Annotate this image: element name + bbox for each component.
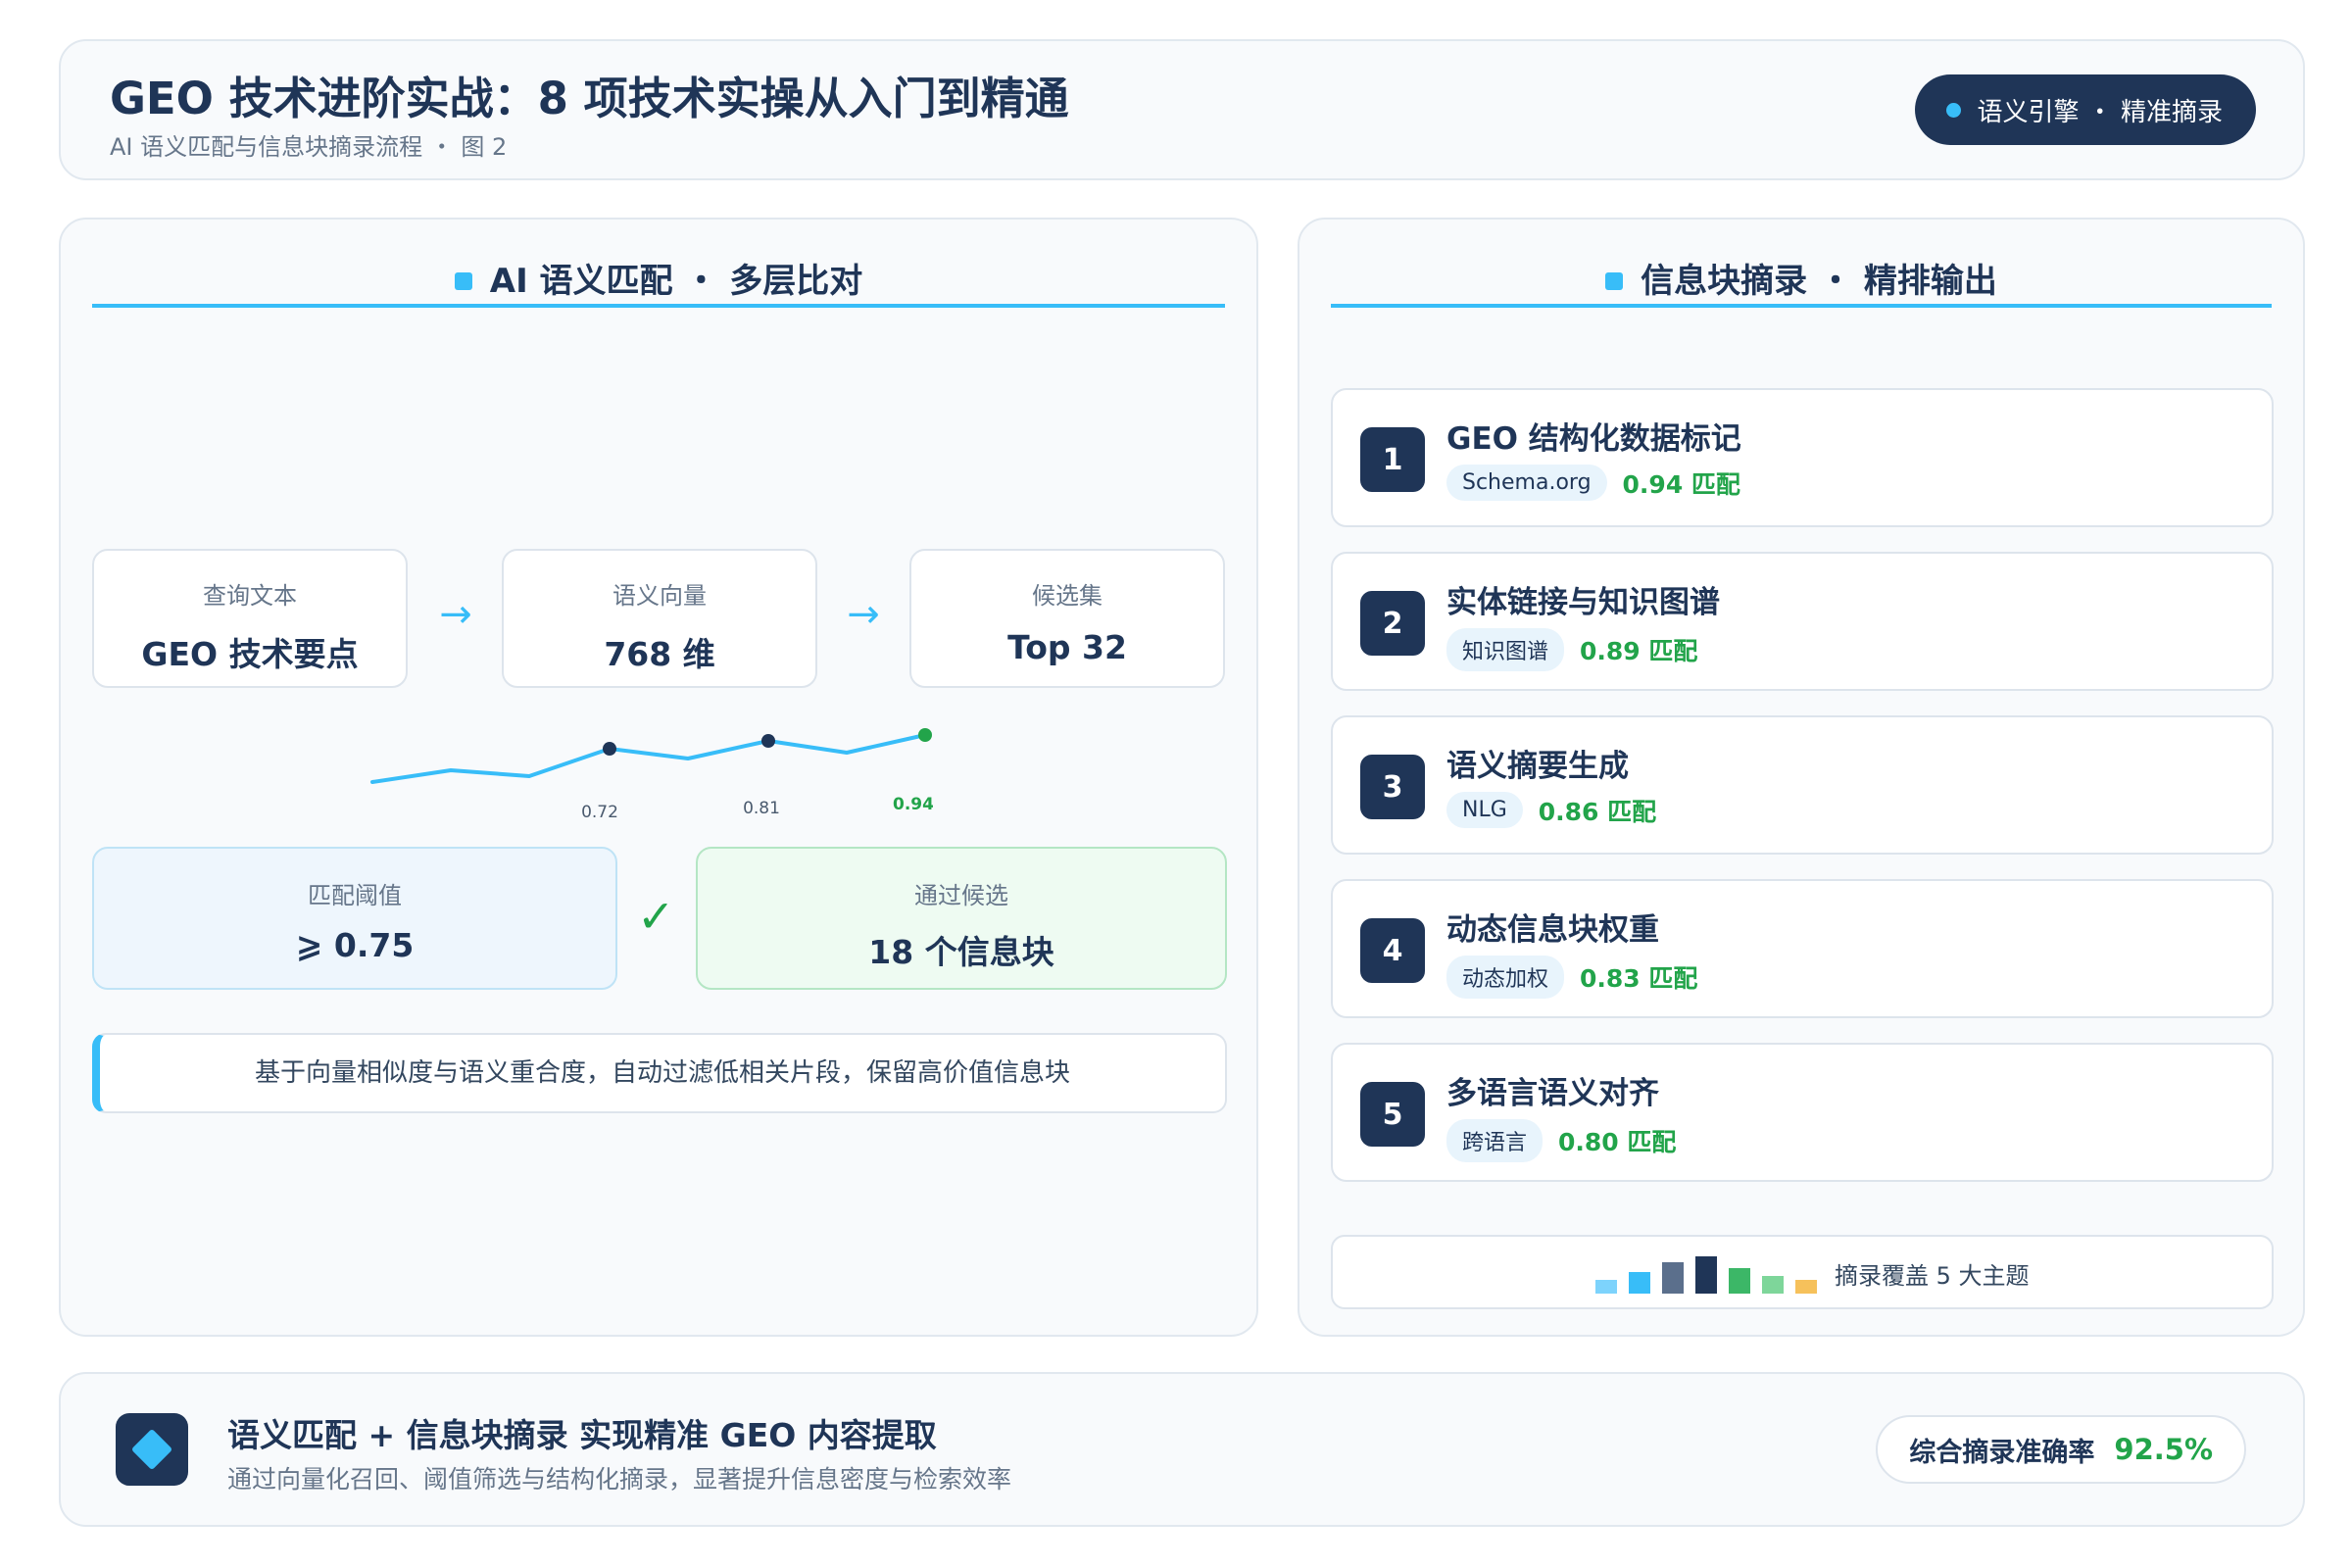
header-tag-badge: 语义引擎 ・ 精准摘录 <box>1915 74 2256 145</box>
flow-step-vector: 语义向量 768 维 <box>502 549 817 688</box>
filter-note: 基于向量相似度与语义重合度，自动过滤低相关片段，保留高价值信息块 <box>92 1033 1227 1113</box>
excerpt-item-meta: Schema.org 0.94 匹配 <box>1446 465 1740 501</box>
sparkline-label: 0.72 <box>581 803 618 822</box>
right-section-title: 信息块摘录 ・ 精排输出 <box>1605 265 1997 298</box>
sparkline-point <box>761 734 775 748</box>
flow-step-value: GEO 技术要点 <box>141 635 359 673</box>
right-section-header: 信息块摘录 ・ 精排输出 <box>1331 259 2272 308</box>
excerpt-item: 2 实体链接与知识图谱 知识图谱 0.89 匹配 <box>1331 552 2274 691</box>
coverage-bar <box>1795 1280 1817 1294</box>
flow-step-label: 语义向量 <box>612 582 707 610</box>
excerpt-item: 3 语义摘要生成 NLG 0.86 匹配 <box>1331 715 2274 855</box>
rank-badge: 1 <box>1360 427 1425 492</box>
coverage-bar <box>1729 1268 1750 1294</box>
excerpt-item-meta: 跨语言 0.80 匹配 <box>1446 1119 1676 1162</box>
accuracy-badge: 综合摘录准确率 92.5% <box>1876 1415 2246 1484</box>
dot-icon <box>1946 102 1962 118</box>
threshold-label: 匹配阈值 <box>308 882 402 909</box>
excerpt-item-tag: 跨语言 <box>1446 1119 1544 1162</box>
page-subtitle: AI 语义匹配与信息块摘录流程 ・ 图 2 <box>110 133 508 161</box>
excerpt-item-score: 0.86 匹配 <box>1538 797 1657 826</box>
excerpt-item-score: 0.80 匹配 <box>1558 1128 1677 1156</box>
excerpt-item-meta: NLG 0.86 匹配 <box>1446 792 1656 828</box>
footer-description: 通过向量化召回、阈值筛选与结构化摘录，显著提升信息密度与检索效率 <box>227 1465 1012 1494</box>
match-threshold-box: 匹配阈值 ⩾ 0.75 <box>92 847 617 990</box>
similarity-sparkline: 0.72 0.81 0.94 <box>370 728 933 822</box>
diamond-shape <box>130 1428 173 1471</box>
sparkline-label: 0.81 <box>743 799 780 818</box>
sparkline-point <box>918 728 932 742</box>
footer-title: 语义匹配 + 信息块摘录 实现精准 GEO 内容提取 <box>227 1416 937 1454</box>
coverage-summary: 摘录覆盖 5 大主题 <box>1331 1235 2274 1309</box>
rank-badge: 5 <box>1360 1082 1425 1147</box>
sparkline-point <box>603 742 616 756</box>
passed-label: 通过候选 <box>914 882 1008 909</box>
sparkline-label: 0.94 <box>893 795 933 814</box>
excerpt-item-meta: 动态加权 0.83 匹配 <box>1446 956 1697 999</box>
excerpt-item: 5 多语言语义对齐 跨语言 0.80 匹配 <box>1331 1043 2274 1182</box>
flow-step-label: 候选集 <box>1032 582 1102 610</box>
excerpt-ranking-panel: 信息块摘录 ・ 精排输出 1 GEO 结构化数据标记 Schema.org 0.… <box>1298 218 2305 1337</box>
rank-badge: 3 <box>1360 755 1425 819</box>
excerpt-item-tag: 动态加权 <box>1446 956 1565 999</box>
header-tag-label: 语义引擎 ・ 精准摘录 <box>1977 97 2223 127</box>
excerpt-item-tag: Schema.org <box>1446 465 1607 501</box>
excerpt-item-score: 0.94 匹配 <box>1622 469 1740 499</box>
flow-step-value: Top 32 <box>1007 628 1127 666</box>
coverage-text: 摘录覆盖 5 大主题 <box>1835 1262 2030 1290</box>
excerpt-item-title: GEO 结构化数据标记 <box>1446 421 1741 457</box>
coverage-bar <box>1662 1262 1684 1294</box>
left-section-title: AI 语义匹配 ・ 多层比对 <box>454 262 863 301</box>
semantic-matching-panel: AI 语义匹配 ・ 多层比对 查询文本 GEO 技术要点 → 语义向量 768 … <box>59 218 1258 1337</box>
rank-badge: 4 <box>1360 918 1425 983</box>
excerpt-item-tag: 知识图谱 <box>1446 628 1565 671</box>
passed-candidates-box: 通过候选 18 个信息块 <box>696 847 1227 990</box>
footer-summary: 语义匹配 + 信息块摘录 实现精准 GEO 内容提取 通过向量化召回、阈值筛选与… <box>59 1372 2305 1527</box>
excerpt-item-score: 0.83 匹配 <box>1580 964 1698 993</box>
excerpt-item-tag: NLG <box>1446 792 1523 828</box>
left-section-title-text: AI 语义匹配 ・ 多层比对 <box>489 262 863 301</box>
accuracy-value: 92.5% <box>2114 1433 2213 1466</box>
coverage-bar <box>1595 1280 1617 1294</box>
threshold-value: ⩾ 0.75 <box>295 926 415 964</box>
flow-step-query: 查询文本 GEO 技术要点 <box>92 549 408 688</box>
sparkline-path <box>370 733 927 784</box>
coverage-bar-icon <box>1595 1256 1817 1294</box>
excerpt-item: 1 GEO 结构化数据标记 Schema.org 0.94 匹配 <box>1331 388 2274 527</box>
flow-step-value: 768 维 <box>604 635 715 673</box>
excerpt-item: 4 动态信息块权重 动态加权 0.83 匹配 <box>1331 879 2274 1018</box>
excerpt-item-title: 语义摘要生成 <box>1446 749 1629 784</box>
excerpt-item-meta: 知识图谱 0.89 匹配 <box>1446 628 1697 671</box>
excerpt-item-title: 多语言语义对齐 <box>1446 1076 1659 1111</box>
check-icon: ✓ <box>637 890 675 943</box>
accuracy-label: 综合摘录准确率 <box>1909 1437 2095 1468</box>
page-title: GEO 技术进阶实战：8 项技术实操从入门到精通 <box>110 73 1069 124</box>
diamond-icon <box>116 1413 188 1486</box>
coverage-bar <box>1695 1256 1717 1294</box>
right-section-title-text: 信息块摘录 ・ 精排输出 <box>1641 262 1997 301</box>
flow-step-candidates: 候选集 Top 32 <box>909 549 1225 688</box>
excerpt-item-title: 动态信息块权重 <box>1446 912 1659 948</box>
coverage-bar <box>1629 1272 1650 1294</box>
square-bullet-icon <box>454 272 472 290</box>
square-bullet-icon <box>1605 272 1624 290</box>
excerpt-item-title: 实体链接与知识图谱 <box>1446 585 1720 620</box>
left-section-header: AI 语义匹配 ・ 多层比对 <box>92 259 1225 308</box>
coverage-bar <box>1762 1276 1784 1294</box>
rank-badge: 2 <box>1360 591 1425 656</box>
excerpt-item-score: 0.89 匹配 <box>1580 637 1698 665</box>
passed-value: 18 个信息块 <box>868 933 1054 971</box>
arrow-right-icon: → <box>439 592 472 637</box>
flow-step-label: 查询文本 <box>203 582 297 610</box>
arrow-right-icon: → <box>847 592 880 637</box>
header-banner: GEO 技术进阶实战：8 项技术实操从入门到精通 AI 语义匹配与信息块摘录流程… <box>59 39 2305 180</box>
